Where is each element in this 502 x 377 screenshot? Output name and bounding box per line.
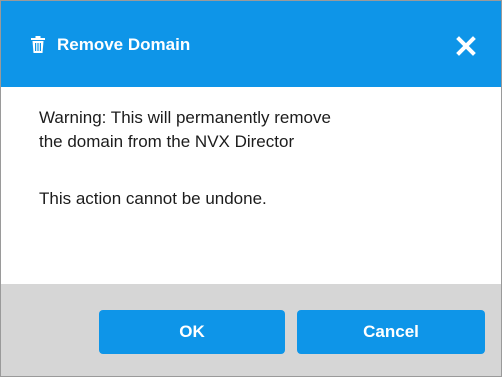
dialog-footer: OK Cancel [1,284,501,376]
warning-line-1: Warning: This will permanently remove [39,108,331,127]
warning-line-2: the domain from the NVX Director [39,132,295,151]
remove-domain-dialog: Remove Domain Warning: This will permane… [0,0,502,377]
close-icon[interactable] [453,33,479,59]
dialog-header: Remove Domain [1,1,501,87]
ok-button[interactable]: OK [99,310,285,354]
warning-message: Warning: This will permanently remove th… [39,106,331,154]
dialog-body: Warning: This will permanently remove th… [1,87,501,284]
dialog-title: Remove Domain [57,35,191,54]
undone-message: This action cannot be undone. [39,189,267,208]
trash-icon [31,36,45,53]
cancel-button[interactable]: Cancel [297,310,485,354]
